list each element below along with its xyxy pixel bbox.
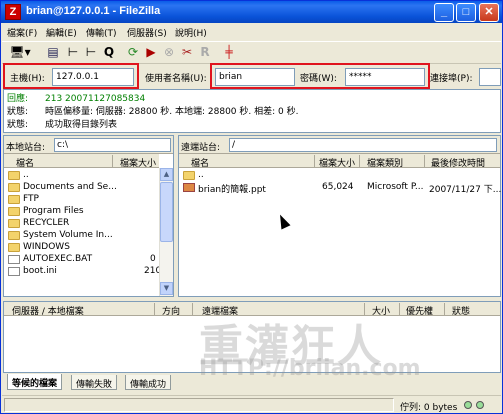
remote-header-modified[interactable]: 最後修改時間 [431,156,485,169]
filezilla-window: Z brian@127.0.0.1 - FileZilla _ □ ✕ 檔案(F… [0,0,503,414]
folder-icon [8,183,20,192]
queue-header-priority[interactable]: 優先權 [406,304,433,317]
message-log[interactable]: 回應: 213 20071127085834 狀態: 時區偏移量: 伺服器: 288… [3,89,501,133]
list-item[interactable]: RECYCLER [4,218,159,230]
scroll-up-icon[interactable]: ▲ [160,168,173,181]
list-item[interactable]: brian的簡報.ppt 65,024 Microsoft P... 2007/… [179,182,501,195]
list-item[interactable]: FTP [4,194,159,206]
folder-icon [8,231,20,240]
host-label: 主機(H): [10,74,45,84]
remote-header-type[interactable]: 檔案類別 [367,156,403,169]
remote-site-label: 遠端站台: [181,143,221,153]
menu-transfer[interactable]: 傳輸(T) [86,26,117,39]
remote-pane: 遠端站台: / 檔名 檔案大小 檔案類別 最後修改時間 .. brian的簡報.… [178,135,501,297]
status-segment [4,398,394,412]
port-label: 連接埠(P): [430,74,473,84]
tab-failed-transfers[interactable]: 傳輸失敗 [71,375,118,390]
process-queue-icon[interactable]: ▶ [142,44,160,61]
upload-indicator-icon [464,401,472,409]
folder-icon [183,171,195,180]
toggle-queue-icon[interactable]: Q [100,44,118,61]
disconnect-icon[interactable]: ✂ [178,44,196,61]
remote-path-input[interactable]: / [229,138,497,152]
transfer-queue: 伺服器 / 本地檔案 方向 遠端檔案 大小 優先權 狀態 重灌狂人 HTTP:/… [3,301,501,381]
menu-help[interactable]: 說明(H) [175,26,207,39]
remote-list-header: 檔名 檔案大小 檔案類別 最後修改時間 [179,154,500,169]
password-label: 密碼(W): [300,74,337,84]
log-line: 狀態: 成功取得目錄列表 [7,120,118,130]
queue-header-status[interactable]: 狀態 [452,304,470,317]
title-bar[interactable]: Z brian@127.0.0.1 - FileZilla _ □ ✕ [1,1,502,23]
remote-header-name[interactable]: 檔名 [191,156,209,169]
local-header-size[interactable]: 檔案大小 [120,156,156,169]
toggle-log-icon[interactable]: ▤ [44,44,62,61]
tab-successful-transfers[interactable]: 傳輸成功 [125,375,172,390]
list-item[interactable]: .. [4,170,159,182]
ppt-file-icon [183,183,195,192]
maximize-button[interactable]: □ [456,3,476,22]
menu-server[interactable]: 伺服器(S) [127,26,167,39]
folder-icon [8,171,20,180]
remote-site-bar: 遠端站台: / [179,136,500,154]
queue-header-direction[interactable]: 方向 [162,304,180,317]
toolbar: 🖥▾ ▤ ⊢ ⊢ Q ⟳ ▶ ⊗ ✂ R ╪ [2,41,501,63]
scroll-thumb[interactable] [160,182,173,242]
password-input[interactable]: ***** [345,68,425,86]
menu-file[interactable]: 檔案(F) [7,26,37,39]
menu-edit[interactable]: 編輯(E) [46,26,77,39]
port-input[interactable] [479,68,501,86]
folder-icon [8,207,20,216]
local-list-header: 檔名 檔案大小 [4,154,159,169]
refresh-icon[interactable]: ⟳ [124,44,142,61]
close-button[interactable]: ✕ [479,3,499,22]
toggle-local-tree-icon[interactable]: ⊢ [64,44,82,61]
filezilla-icon: Z [5,4,21,20]
site-manager-icon[interactable]: 🖥▾ [8,44,32,61]
list-item[interactable]: Documents and Se... [4,182,159,194]
remote-header-size[interactable]: 檔案大小 [319,156,355,169]
log-line: 回應: 213 20071127085834 [7,94,146,104]
quickconnect-bar: 主機(H): 127.0.0.1 使用者名稱(U): brian 密碼(W): … [2,63,501,89]
toggle-remote-tree-icon[interactable]: ⊢ [82,44,100,61]
list-item[interactable]: .. [179,170,500,182]
username-input[interactable]: brian [215,68,295,86]
list-item[interactable]: Program Files [4,206,159,218]
local-scrollbar[interactable]: ▲ ▼ [159,168,173,296]
scroll-down-icon[interactable]: ▼ [160,282,173,295]
menu-bar: 檔案(F) 編輯(E) 傳輸(T) 伺服器(S) 說明(H) [2,23,501,41]
folder-icon [8,195,20,204]
tab-queued-files[interactable]: 等候的檔案 [7,374,63,390]
window-title: brian@127.0.0.1 - FileZilla [26,5,161,17]
list-item[interactable]: boot.ini 210 [4,266,161,278]
queue-header-server[interactable]: 伺服器 / 本地檔案 [12,304,84,317]
local-path-input[interactable]: c:\ [54,138,171,152]
watermark: 重灌狂人 HTTP://briian.com [199,321,421,381]
list-item[interactable]: System Volume In... [4,230,159,242]
filter-icon[interactable]: ╪ [220,44,238,61]
host-input[interactable]: 127.0.0.1 [52,68,134,86]
queue-size-text: 佇列: 0 bytes [400,403,458,413]
local-header-name[interactable]: 檔名 [16,156,34,169]
status-bar: 佇列: 0 bytes [2,395,501,413]
queue-tabs: 等候的檔案 傳輸失敗 傳輸成功 [3,373,501,391]
user-label: 使用者名稱(U): [145,74,207,84]
cancel-icon[interactable]: ⊗ [160,44,178,61]
log-line: 狀態: 時區偏移量: 伺服器: 28800 秒. 本地端: 28800 秒. 相差… [7,107,299,117]
folder-icon [8,219,20,228]
local-site-label: 本地站台: [6,143,46,153]
list-item[interactable]: AUTOEXEC.BAT 0 [4,254,159,266]
folder-icon [8,243,20,252]
local-pane: 本地站台: c:\ 檔名 檔案大小 .. Documents and Se...… [3,135,174,297]
reconnect-icon[interactable]: R [196,44,214,61]
list-item[interactable]: WINDOWS [4,242,159,254]
minimize-button[interactable]: _ [434,3,454,22]
local-site-bar: 本地站台: c:\ [4,136,173,154]
file-icon [8,255,20,264]
file-icon [8,267,20,276]
download-indicator-icon [476,401,484,409]
